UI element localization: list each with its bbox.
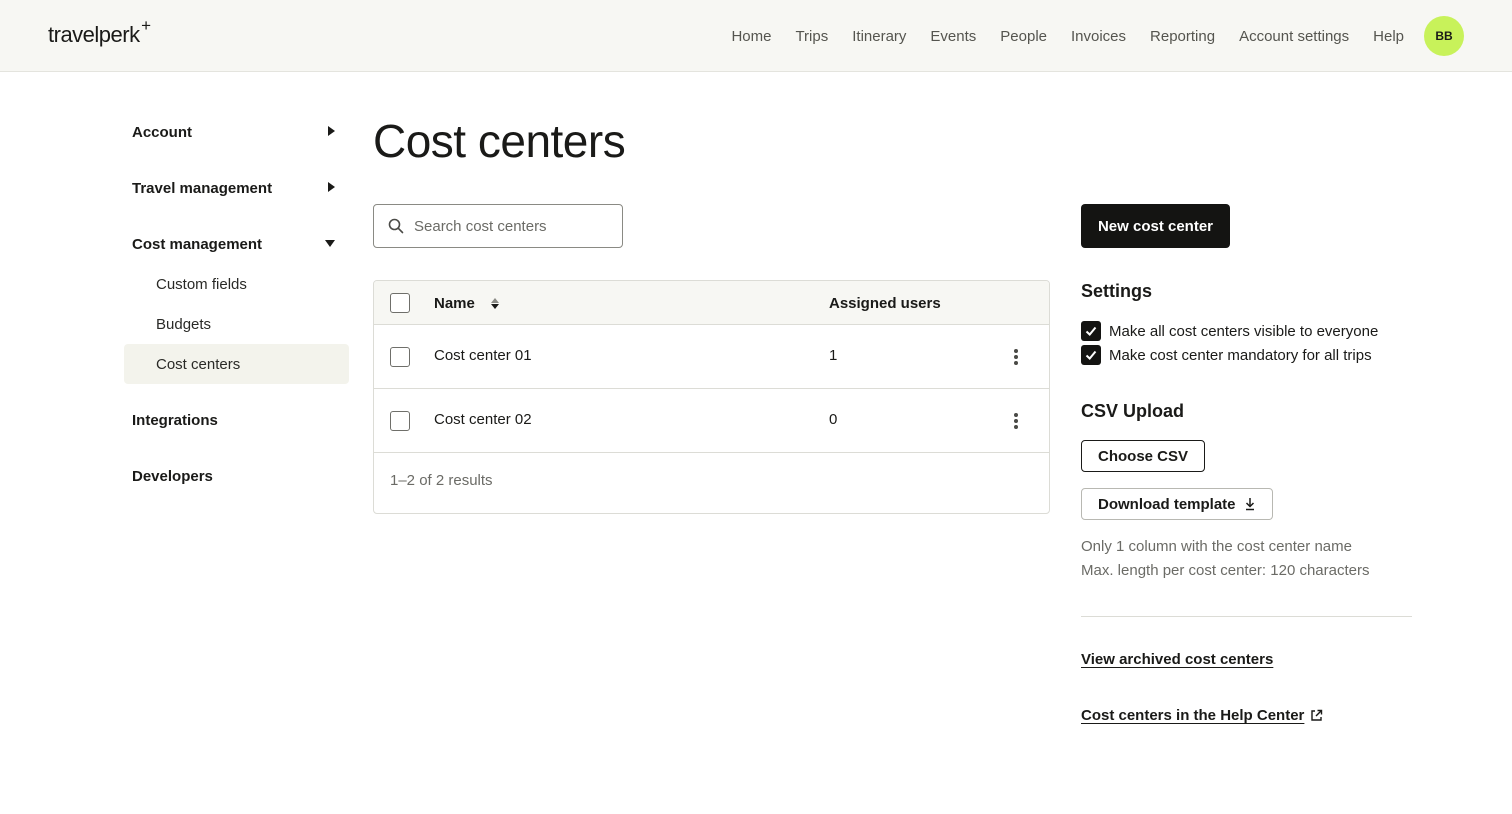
sidebar-group-cost-management[interactable]: Cost management xyxy=(124,224,349,264)
new-cost-center-button[interactable]: New cost center xyxy=(1081,204,1230,248)
sidebar-group-travel-management[interactable]: Travel management xyxy=(124,168,349,208)
select-all-checkbox[interactable] xyxy=(390,293,410,313)
help-center-label: Cost centers in the Help Center xyxy=(1081,707,1305,724)
top-navigation-bar: travelperk + Home Trips Itinerary Events … xyxy=(0,0,1512,72)
cost-center-name[interactable]: Cost center 01 xyxy=(434,347,532,364)
sort-icon[interactable] xyxy=(491,298,499,309)
checkmark-icon xyxy=(1085,350,1097,360)
sidebar-group-label: Travel management xyxy=(132,179,273,197)
page-title: Cost centers xyxy=(373,115,626,167)
external-link-icon xyxy=(1311,709,1323,721)
user-avatar[interactable]: BB xyxy=(1424,16,1464,56)
assigned-users-count: 1 xyxy=(829,347,838,364)
download-icon xyxy=(1245,498,1254,511)
setting-visible-to-everyone[interactable]: Make all cost centers visible to everyon… xyxy=(1081,321,1378,341)
csv-upload-heading: CSV Upload xyxy=(1081,401,1185,421)
csv-hint-max-length: Max. length per cost center: 120 charact… xyxy=(1081,562,1370,579)
checkbox-checked[interactable] xyxy=(1081,345,1101,365)
setting-label: Make cost center mandatory for all trips xyxy=(1109,346,1372,364)
nav-invoices[interactable]: Invoices xyxy=(1071,28,1126,45)
cost-center-name[interactable]: Cost center 02 xyxy=(434,411,532,428)
csv-hint-columns: Only 1 column with the cost center name xyxy=(1081,538,1352,555)
logo-text: travelperk xyxy=(48,22,140,47)
table-row[interactable]: Cost center 02 0 xyxy=(374,389,1049,453)
sidebar-item-custom-fields[interactable]: Custom fields xyxy=(124,264,349,304)
setting-mandatory-for-trips[interactable]: Make cost center mandatory for all trips xyxy=(1081,345,1372,365)
checkmark-icon xyxy=(1085,326,1097,336)
settings-sidebar: Account Travel management Cost managemen… xyxy=(124,112,349,496)
nav-home[interactable]: Home xyxy=(731,28,771,45)
main-nav: Home Trips Itinerary Events People Invoi… xyxy=(731,0,1404,72)
divider xyxy=(1081,616,1412,617)
checkbox-checked[interactable] xyxy=(1081,321,1101,341)
nav-reporting[interactable]: Reporting xyxy=(1150,28,1215,45)
more-options-icon[interactable] xyxy=(1008,411,1024,431)
settings-heading: Settings xyxy=(1081,281,1153,301)
row-checkbox[interactable] xyxy=(390,347,410,367)
sidebar-item-cost-centers[interactable]: Cost centers xyxy=(124,344,349,384)
choose-csv-label: Choose CSV xyxy=(1098,447,1189,465)
setting-label: Make all cost centers visible to everyon… xyxy=(1109,322,1379,340)
view-archived-link[interactable]: View archived cost centers xyxy=(1081,651,1273,668)
travelperk-logo[interactable]: travelperk + xyxy=(48,16,151,48)
download-template-label: Download template xyxy=(1098,495,1236,513)
choose-csv-button[interactable]: Choose CSV xyxy=(1081,440,1206,472)
help-center-link[interactable]: Cost centers in the Help Center xyxy=(1081,707,1323,724)
table-header: Name Assigned users xyxy=(374,281,1049,325)
nav-trips[interactable]: Trips xyxy=(795,28,828,45)
nav-help[interactable]: Help xyxy=(1373,28,1404,45)
search-input[interactable] xyxy=(414,217,604,235)
nav-events[interactable]: Events xyxy=(930,28,976,45)
sidebar-group-developers[interactable]: Developers xyxy=(124,456,349,496)
caret-right-icon xyxy=(328,126,335,136)
view-archived-label: View archived cost centers xyxy=(1081,651,1274,668)
more-options-icon[interactable] xyxy=(1008,347,1024,367)
column-header-name[interactable]: Name xyxy=(434,295,475,312)
caret-right-icon xyxy=(328,182,335,192)
row-checkbox[interactable] xyxy=(390,411,410,431)
assigned-users-count: 0 xyxy=(829,411,838,428)
cost-centers-table: Name Assigned users Cost center 01 1 Cos… xyxy=(373,280,1050,514)
caret-down-icon xyxy=(325,240,335,247)
nav-people[interactable]: People xyxy=(1000,28,1047,45)
column-header-assigned-users: Assigned users xyxy=(829,295,941,312)
download-template-button[interactable]: Download template xyxy=(1081,488,1273,520)
table-row[interactable]: Cost center 01 1 xyxy=(374,325,1049,389)
pagination-summary: 1–2 of 2 results xyxy=(390,472,493,489)
search-icon xyxy=(388,218,404,234)
sidebar-group-integrations[interactable]: Integrations xyxy=(124,400,349,440)
sidebar-group-label: Account xyxy=(132,123,192,141)
sidebar-group-account[interactable]: Account xyxy=(124,112,349,152)
sidebar-group-label: Cost management xyxy=(132,235,263,253)
logo-plus-icon: + xyxy=(141,16,151,35)
nav-account-settings[interactable]: Account settings xyxy=(1239,28,1349,45)
nav-itinerary[interactable]: Itinerary xyxy=(852,28,906,45)
sidebar-item-budgets[interactable]: Budgets xyxy=(124,304,349,344)
search-box[interactable] xyxy=(373,204,623,248)
